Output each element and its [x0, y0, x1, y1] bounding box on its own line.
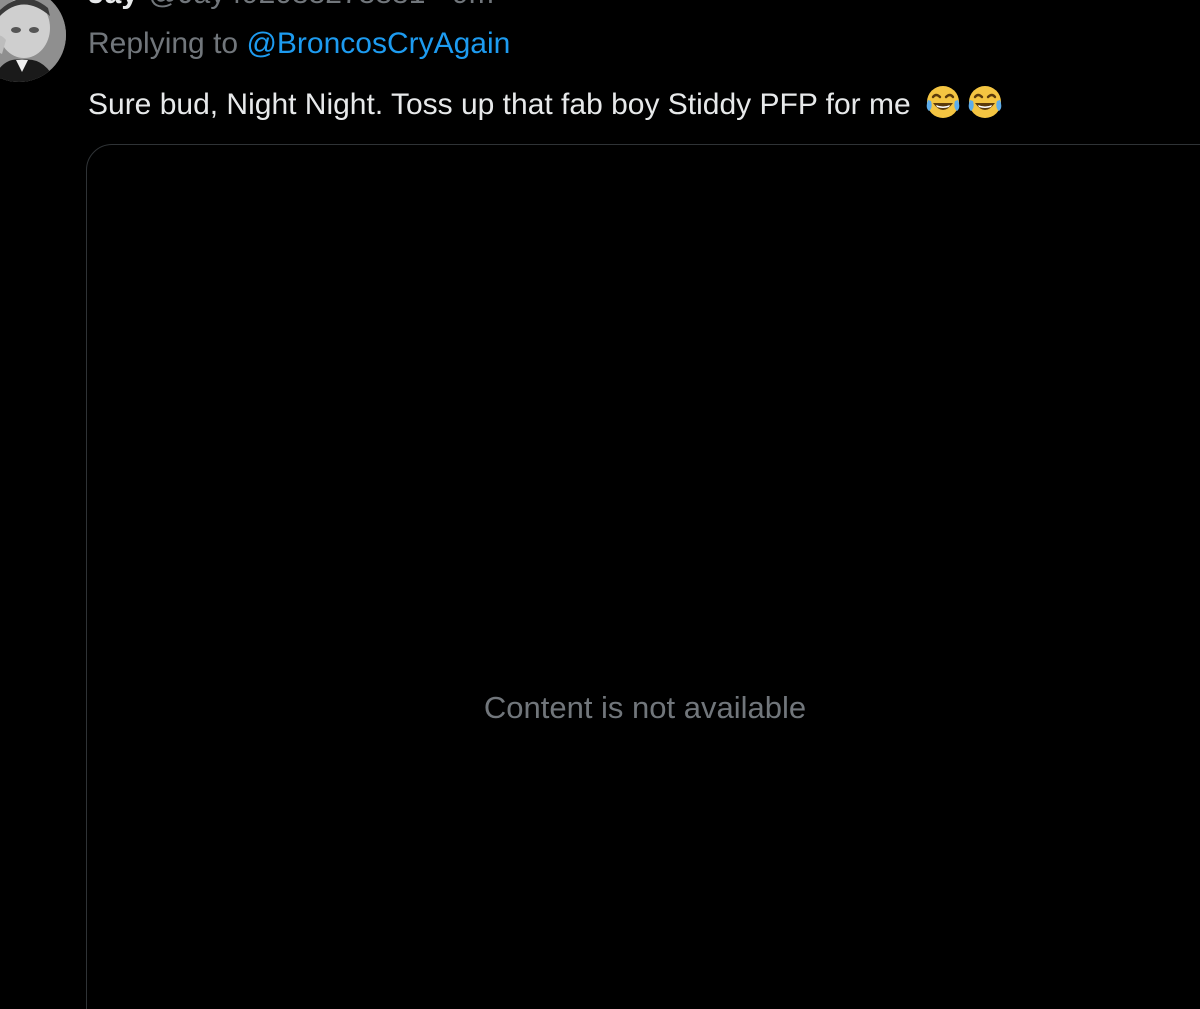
tweet-body: Sure bud, Night Night. Toss up that fab … [88, 84, 1003, 124]
face-with-tears-of-joy-icon [968, 86, 1002, 118]
profile-photo-icon [0, 0, 66, 82]
replying-to-label: Replying to [88, 27, 239, 60]
replying-to: Replying to @BroncosCryAgain [88, 26, 510, 62]
user-handle[interactable]: @Jay492088278881 · 9m [148, 0, 494, 10]
tweet-text: Sure bud, Night Night. Toss up that fab … [88, 88, 911, 121]
face-with-tears-of-joy-icon [926, 86, 960, 118]
tweet-view: Jay @Jay492088278881 · 9m Replying to @Br… [0, 0, 1200, 1009]
tweet-header: Jay @Jay492088278881 · 9m [88, 0, 494, 10]
embedded-media-card[interactable]: Content is not available [86, 144, 1200, 1009]
display-name[interactable]: Jay [88, 0, 138, 10]
replying-to-mention-link[interactable]: @BroncosCryAgain [246, 27, 510, 60]
content-unavailable-message: Content is not available [483, 690, 807, 725]
avatar[interactable] [0, 0, 66, 82]
